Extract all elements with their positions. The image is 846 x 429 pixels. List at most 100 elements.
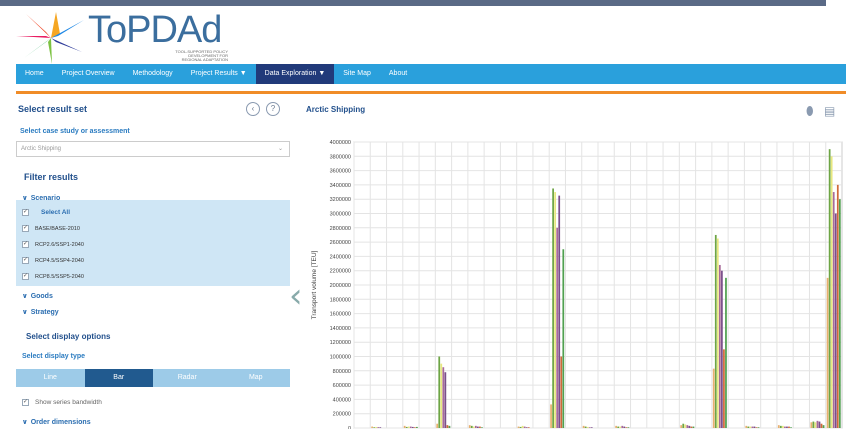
nav-item-6[interactable]: About	[380, 64, 416, 84]
bar	[721, 270, 723, 428]
bar	[438, 356, 441, 428]
bar	[373, 427, 376, 428]
bar	[619, 426, 622, 428]
bar	[403, 425, 406, 428]
y-tick-label: 3000000	[330, 212, 351, 218]
bar	[822, 425, 825, 428]
bar	[448, 425, 451, 428]
nav-item-2[interactable]: Methodology	[124, 64, 182, 84]
bar	[405, 426, 408, 428]
bar	[749, 426, 752, 428]
orange-divider	[16, 91, 846, 94]
scenario-row-0[interactable]: ✓ BASE/BASE-2010	[22, 225, 80, 232]
checkbox[interactable]: ✓	[22, 225, 29, 232]
bar	[723, 349, 725, 428]
select-all-row[interactable]: ✓ Select All	[22, 209, 71, 217]
bar	[590, 427, 593, 428]
y-tick-label: 2000000	[330, 283, 351, 289]
y-tick-label: 800000	[333, 369, 351, 375]
bar	[554, 192, 557, 428]
bar	[521, 425, 524, 428]
topdad-logo[interactable]	[16, 12, 86, 64]
y-tick-label: 3600000	[330, 169, 351, 175]
bar	[436, 423, 439, 428]
y-tick-label: 2800000	[330, 226, 351, 232]
bar	[523, 426, 526, 428]
display-type-0[interactable]: Line	[16, 369, 85, 387]
display-type-2[interactable]: Radar	[153, 369, 222, 387]
display-type-label: Select display type	[22, 353, 86, 360]
bar	[828, 149, 831, 428]
bar	[779, 425, 782, 428]
nav-item-3[interactable]: Project Results ▼	[182, 64, 256, 84]
nav-item-1[interactable]: Project Overview	[53, 64, 124, 84]
bar	[375, 426, 378, 428]
bar	[440, 363, 443, 428]
bar	[550, 404, 552, 428]
display-type-3[interactable]: Map	[221, 369, 290, 387]
bar	[684, 424, 687, 428]
tree-goods[interactable]: ∨ Goods	[22, 292, 53, 300]
y-tick-label: 1200000	[330, 340, 351, 346]
y-tick-label: 1000000	[330, 355, 351, 361]
bar	[786, 426, 788, 428]
bar	[527, 427, 530, 428]
bar	[826, 277, 829, 428]
bar	[790, 427, 792, 428]
tree-order-dimensions[interactable]: ∨ Order dimensions	[22, 418, 91, 426]
filter-results-heading: Filter results	[24, 172, 79, 182]
bar	[584, 426, 587, 428]
checkbox[interactable]: ✓	[22, 273, 29, 280]
bar	[686, 425, 689, 428]
bar	[617, 426, 620, 428]
site-header: ToPDAd TOOL-SUPPORTED POLICY DEVELOPMENT…	[0, 6, 846, 64]
scenario-row-3[interactable]: ✓ RCP8.5/SSP5-2040	[22, 273, 84, 280]
y-tick-label: 1800000	[330, 297, 351, 303]
bar	[782, 425, 784, 428]
bar	[558, 195, 561, 428]
select-result-set-heading: Select result set	[18, 104, 88, 114]
bar	[788, 426, 790, 428]
bar	[409, 426, 412, 428]
bar	[830, 156, 833, 429]
y-tick-label: 400000	[333, 397, 351, 403]
nav-item-0[interactable]: Home	[16, 64, 53, 84]
bar	[810, 422, 813, 428]
scenario-row-2[interactable]: ✓ RCP4.5/SSP4-2040	[22, 257, 84, 264]
checkbox[interactable]: ✓	[22, 209, 29, 217]
bar	[416, 426, 418, 428]
checkbox[interactable]: ✓	[22, 257, 29, 264]
bar	[556, 227, 559, 428]
bar	[714, 234, 717, 428]
case-study-select[interactable]: Arctic Shipping ⌄	[16, 141, 290, 157]
logo-subtitle: TOOL-SUPPORTED POLICY DEVELOPMENT FOR RE…	[175, 49, 228, 62]
help-icon[interactable]: ?	[266, 102, 280, 116]
bar-chart: 0200000400000600000800000100000012000001…	[311, 140, 843, 429]
nav-item-4[interactable]: Data Exploration ▼	[255, 64, 335, 84]
checkbox[interactable]: ✓	[22, 399, 29, 406]
bar	[757, 427, 760, 428]
case-study-value: Arctic Shipping	[21, 146, 62, 152]
bar	[755, 427, 758, 428]
display-type-1[interactable]: Bar	[84, 369, 153, 387]
bar	[621, 425, 624, 428]
back-circle-icon[interactable]: ‹	[246, 102, 260, 116]
select-all-label: Select All	[41, 209, 71, 216]
checkbox[interactable]: ✓	[22, 241, 29, 248]
bar	[525, 427, 528, 428]
y-tick-label: 3200000	[330, 197, 351, 203]
bar	[832, 192, 835, 428]
bar	[716, 238, 719, 428]
bar	[446, 425, 449, 428]
scenario-row-1[interactable]: ✓ RCP2.6/SSP1-2040	[22, 241, 84, 248]
bar	[838, 199, 841, 428]
nav-item-5[interactable]: Site Map	[334, 64, 380, 84]
bar	[836, 184, 839, 428]
bandwidth-row[interactable]: ✓ Show series bandwidth	[22, 399, 102, 406]
bar	[377, 427, 380, 428]
tree-strategy[interactable]: ∨ Strategy	[22, 308, 59, 316]
bar	[379, 427, 382, 428]
y-tick-label: 3800000	[330, 154, 351, 160]
bar	[814, 422, 817, 428]
bar	[784, 426, 786, 428]
